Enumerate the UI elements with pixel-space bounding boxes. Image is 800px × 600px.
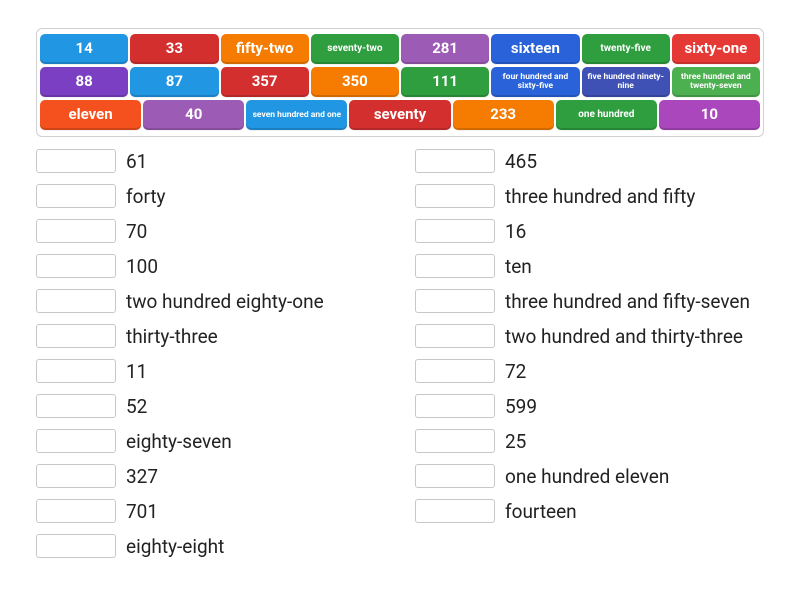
draggable-tile[interactable]: seventy-two (311, 34, 399, 64)
answer-pair: 16 (415, 219, 764, 243)
answers-area: 61 forty 70 100 two hundred eighty-one thirty… (36, 147, 764, 569)
prompt-label: 11 (126, 360, 147, 383)
answer-pair: 72 (415, 359, 764, 383)
draggable-tile[interactable]: sixteen (491, 34, 579, 64)
prompt-label: 16 (505, 220, 526, 243)
drop-slot[interactable] (36, 429, 116, 453)
drop-slot[interactable] (415, 464, 495, 488)
bank-row: eleven40seven hundred and oneseventy233o… (40, 100, 760, 130)
prompt-label: eighty-seven (126, 430, 232, 453)
answer-pair: eighty-eight (36, 534, 385, 558)
draggable-tile[interactable]: 281 (401, 34, 489, 64)
answer-pair: thirty-three (36, 324, 385, 348)
prompt-label: thirty-three (126, 325, 218, 348)
drop-slot[interactable] (415, 429, 495, 453)
drop-slot[interactable] (36, 534, 116, 558)
prompt-label: fourteen (505, 500, 577, 523)
prompt-label: three hundred and fifty-seven (505, 290, 750, 313)
draggable-tile[interactable]: twenty-five (582, 34, 670, 64)
drop-slot[interactable] (415, 219, 495, 243)
drop-slot[interactable] (415, 394, 495, 418)
answer-pair: 465 (415, 149, 764, 173)
prompt-label: two hundred eighty-one (126, 290, 324, 313)
prompt-label: 61 (126, 150, 147, 173)
bank-row: 8887357350111four hundred and sixty-five… (40, 67, 760, 97)
drop-slot[interactable] (415, 254, 495, 278)
answer-pair: two hundred and thirty-three (415, 324, 764, 348)
draggable-tile[interactable]: seventy (349, 100, 450, 130)
answer-pair: eighty-seven (36, 429, 385, 453)
drop-slot[interactable] (415, 149, 495, 173)
drop-slot[interactable] (415, 324, 495, 348)
draggable-tile[interactable]: eleven (40, 100, 141, 130)
drop-slot[interactable] (36, 149, 116, 173)
draggable-tile[interactable]: 350 (311, 67, 399, 97)
prompt-label: 25 (505, 430, 526, 453)
drop-slot[interactable] (415, 289, 495, 313)
prompt-label: 70 (126, 220, 147, 243)
answer-pair: 701 (36, 499, 385, 523)
draggable-tile[interactable]: 87 (130, 67, 218, 97)
prompt-label: 327 (126, 465, 158, 488)
prompt-label: 100 (126, 255, 158, 278)
drop-slot[interactable] (36, 184, 116, 208)
draggable-tile[interactable]: four hundred and sixty-five (491, 67, 579, 97)
answer-pair: 61 (36, 149, 385, 173)
draggable-tile[interactable]: 111 (401, 67, 489, 97)
bank-row: 1433fifty-twoseventy-two281sixteentwenty… (40, 34, 760, 64)
prompt-label: ten (505, 255, 532, 278)
draggable-tile[interactable]: five hundred ninety-nine (582, 67, 670, 97)
answer-pair: 52 (36, 394, 385, 418)
draggable-tile[interactable]: fifty-two (221, 34, 309, 64)
prompt-label: 72 (505, 360, 526, 383)
answer-pair: 25 (415, 429, 764, 453)
prompt-label: two hundred and thirty-three (505, 325, 743, 348)
answer-pair: fourteen (415, 499, 764, 523)
draggable-tile[interactable]: 40 (143, 100, 244, 130)
drop-slot[interactable] (36, 499, 116, 523)
draggable-tile[interactable]: 233 (453, 100, 554, 130)
drop-slot[interactable] (36, 464, 116, 488)
draggable-tile[interactable]: sixty-one (672, 34, 760, 64)
tile-bank: 1433fifty-twoseventy-two281sixteentwenty… (36, 28, 764, 137)
drop-slot[interactable] (415, 184, 495, 208)
draggable-tile[interactable]: one hundred (556, 100, 657, 130)
answer-pair: 100 (36, 254, 385, 278)
answer-pair: one hundred eleven (415, 464, 764, 488)
answer-pair: forty (36, 184, 385, 208)
answer-pair: ten (415, 254, 764, 278)
prompt-label: 52 (126, 395, 147, 418)
prompt-label: 599 (505, 395, 537, 418)
answers-left-column: 61 forty 70 100 two hundred eighty-one thirty… (36, 149, 385, 569)
answer-pair: 11 (36, 359, 385, 383)
draggable-tile[interactable]: seven hundred and one (246, 100, 347, 130)
drop-slot[interactable] (36, 219, 116, 243)
prompt-label: eighty-eight (126, 535, 224, 558)
drop-slot[interactable] (36, 394, 116, 418)
prompt-label: one hundred eleven (505, 465, 669, 488)
answer-pair: 599 (415, 394, 764, 418)
draggable-tile[interactable]: 33 (130, 34, 218, 64)
draggable-tile[interactable]: 357 (221, 67, 309, 97)
draggable-tile[interactable]: 14 (40, 34, 128, 64)
answer-pair: three hundred and fifty (415, 184, 764, 208)
drop-slot[interactable] (36, 324, 116, 348)
prompt-label: forty (126, 185, 166, 208)
answer-pair: 327 (36, 464, 385, 488)
drop-slot[interactable] (415, 359, 495, 383)
prompt-label: 701 (126, 500, 158, 523)
draggable-tile[interactable]: 88 (40, 67, 128, 97)
prompt-label: three hundred and fifty (505, 185, 695, 208)
drop-slot[interactable] (36, 254, 116, 278)
drop-slot[interactable] (36, 359, 116, 383)
answer-pair: two hundred eighty-one (36, 289, 385, 313)
draggable-tile[interactable]: three hundred and twenty-seven (672, 67, 760, 97)
answer-pair: three hundred and fifty-seven (415, 289, 764, 313)
drop-slot[interactable] (415, 499, 495, 523)
drop-slot[interactable] (36, 289, 116, 313)
answer-pair: 70 (36, 219, 385, 243)
prompt-label: 465 (505, 150, 537, 173)
answers-right-column: 465 three hundred and fifty 16 ten three hun… (415, 149, 764, 569)
draggable-tile[interactable]: 10 (659, 100, 760, 130)
